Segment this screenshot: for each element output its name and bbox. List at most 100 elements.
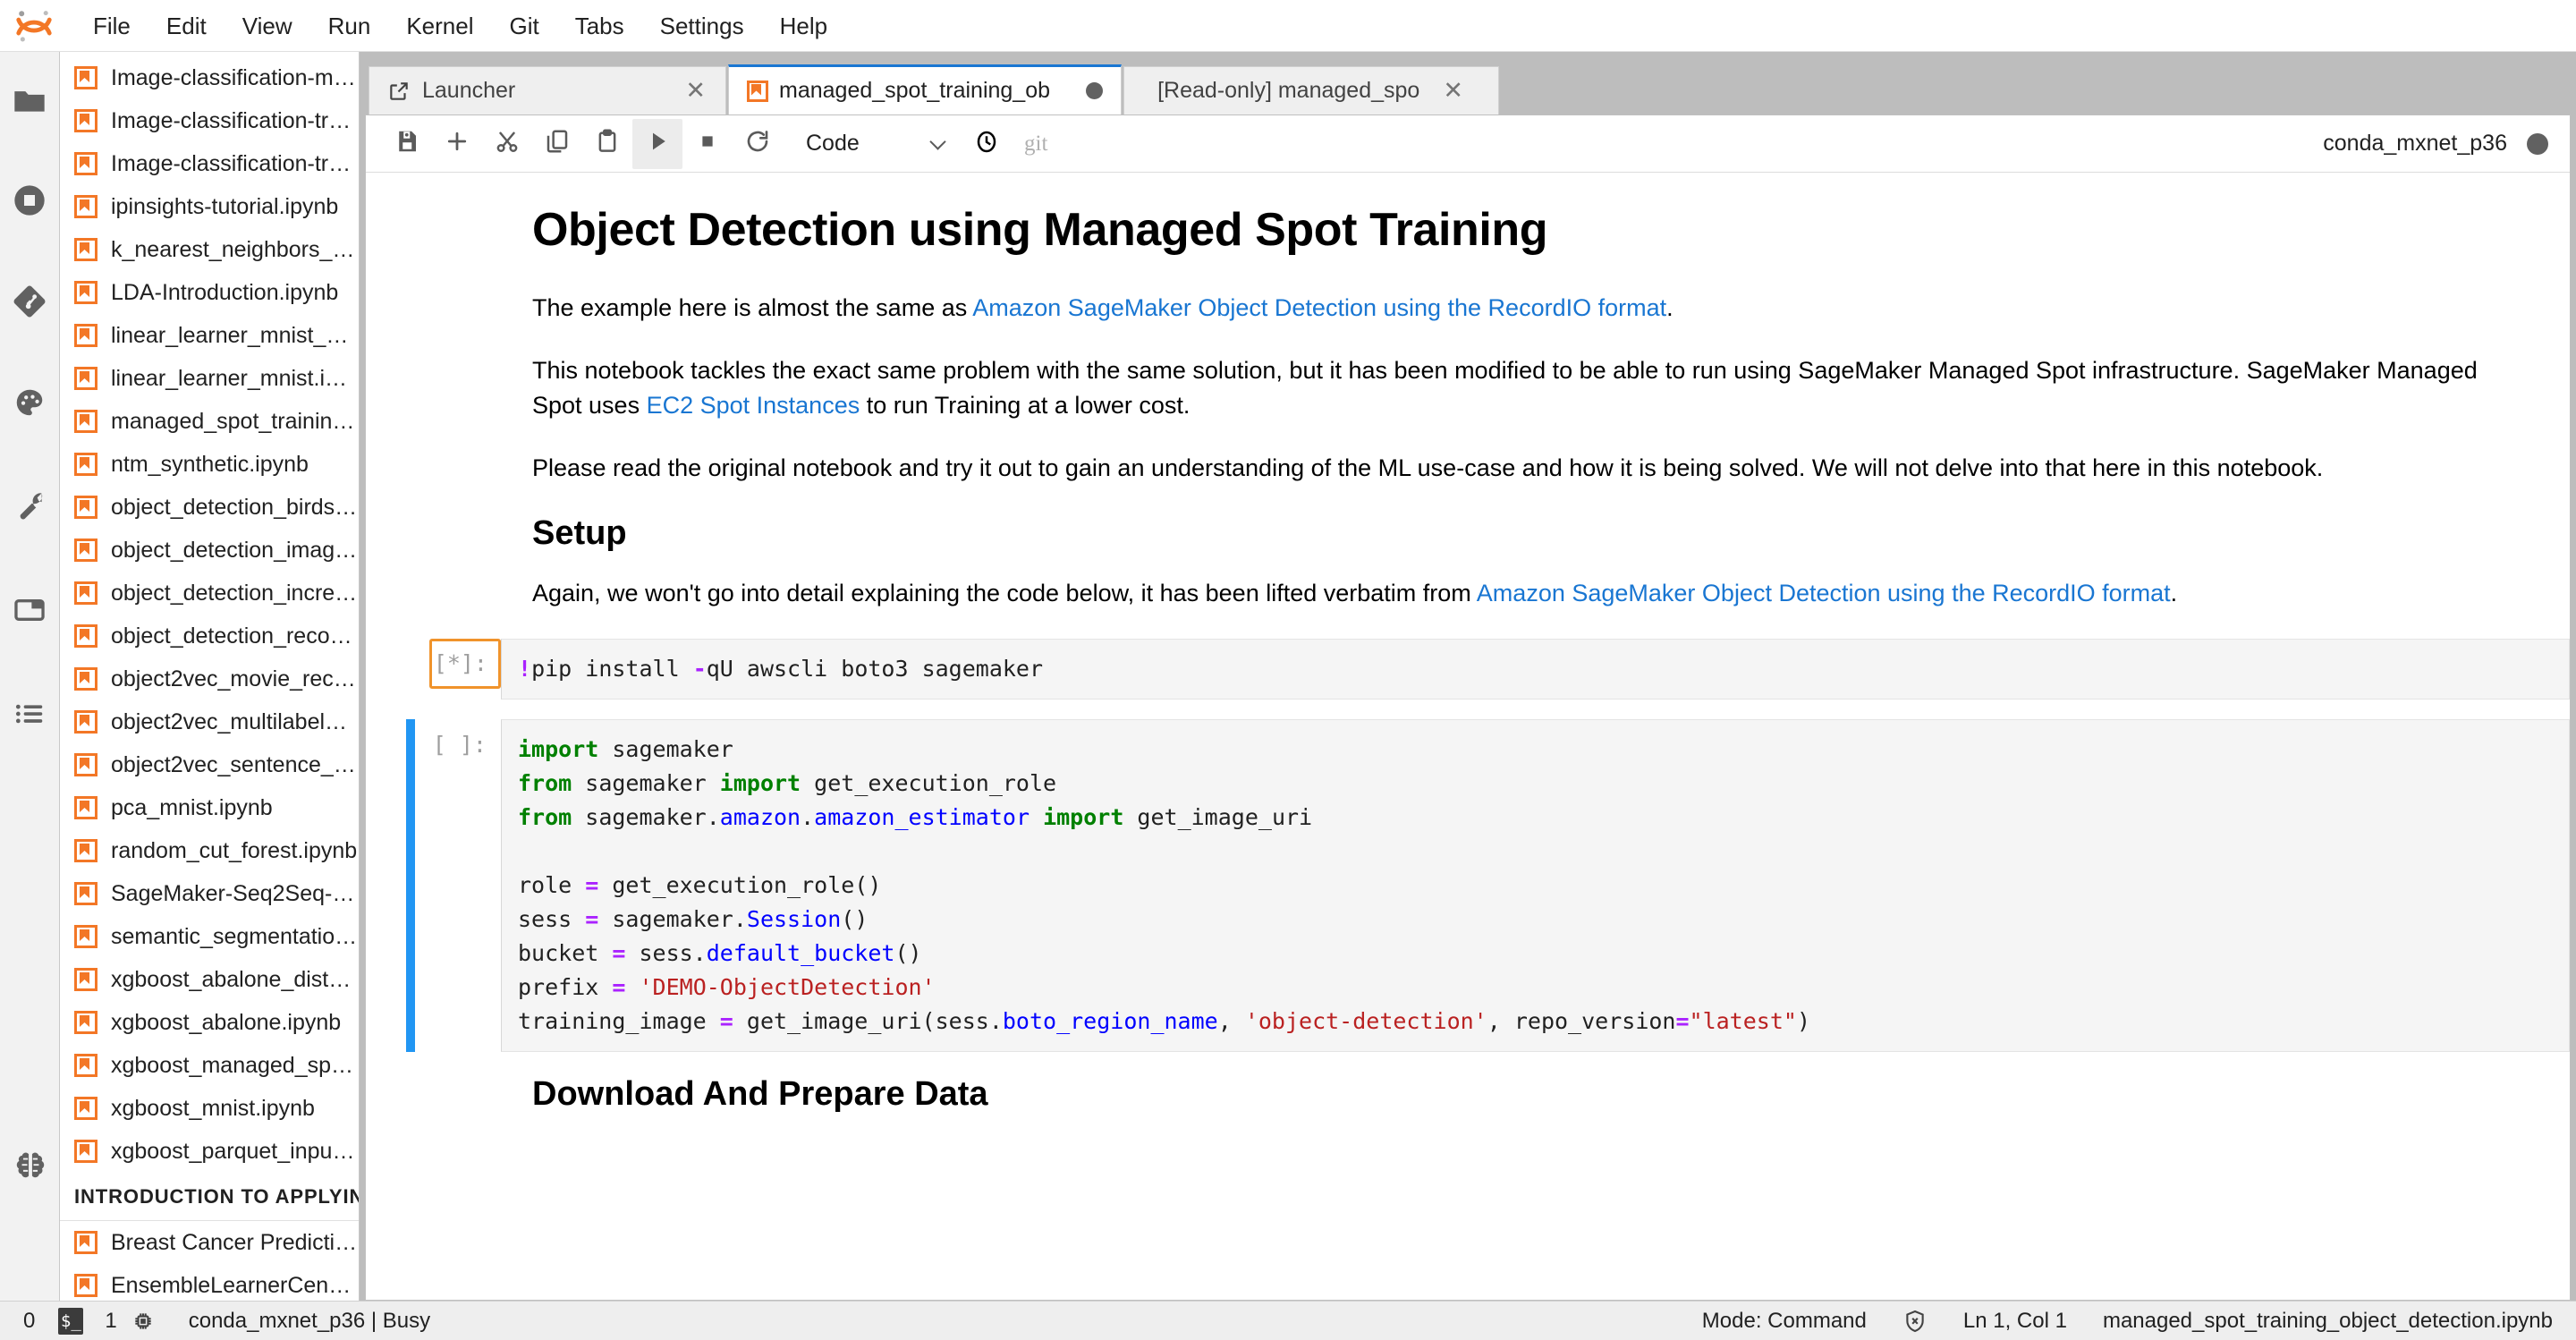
file-item[interactable]: object2vec_movie_recommendation.ipynb [60,657,359,700]
file-item[interactable]: Image-classification-multilabel-lst.ipyn… [60,56,359,99]
file-name: managed_spot_training_object_detection.i… [111,410,359,433]
menu-edit[interactable]: Edit [148,9,225,43]
menu-help[interactable]: Help [762,9,845,43]
tab-managed-spot-training[interactable]: managed_spot_training_ob [728,64,1122,114]
insert-cell-button[interactable] [432,119,482,169]
file-item[interactable]: xgboost_parquet_input_training.ipynb [60,1130,359,1173]
dock-area: Launcher ✕ managed_spot_training_ob [Rea… [360,52,2576,1301]
code-editor[interactable]: !pip install -qU awscli boto3 sagemaker [501,638,2570,700]
sidebar-item-sagemaker-examples[interactable] [0,1120,60,1215]
copy-cells-button[interactable] [532,119,582,169]
menu-view[interactable]: View [225,9,310,43]
file-item[interactable]: xgboost_mnist.ipynb [60,1087,359,1130]
file-name: object_detection_birds.ipynb [111,496,359,519]
close-icon[interactable]: ✕ [683,79,708,103]
checkpoint-button[interactable] [962,119,1012,169]
menu-settings[interactable]: Settings [642,9,762,43]
file-item[interactable]: xgboost_abalone.ipynb [60,1001,359,1044]
cut-cells-button[interactable] [482,119,532,169]
menu-run[interactable]: Run [310,9,389,43]
jupyterlab-window: File Edit View Run Kernel Git Tabs Setti… [0,0,2576,1340]
notebook-cells-scroller[interactable]: Object Detection using Managed Spot Trai… [366,173,2570,1300]
git-status-label[interactable]: git [1024,131,1047,157]
file-item[interactable]: k_nearest_neighbors_covtype.ipynb [60,228,359,271]
file-item[interactable]: random_cut_forest.ipynb [60,829,359,872]
menu-tabs[interactable]: Tabs [557,9,642,43]
markdown-cell-download[interactable]: Download And Prepare Data [366,1075,2570,1114]
notebook-icon [74,1140,97,1163]
file-name: semantic_segmentation_pascalvoc.ipynb [111,925,359,948]
kernel-indicator[interactable]: conda_mxnet_p36 [2323,131,2554,157]
terminal-icon[interactable]: $_ [58,1307,84,1335]
sidebar-item-running-sessions[interactable] [0,150,60,250]
cursor-position[interactable]: Ln 1, Col 1 [1963,1309,2067,1334]
file-item[interactable]: object_detection_recordio_format.ipynb [60,615,359,657]
file-item[interactable]: linear_learner_mnist.ipynb [60,357,359,400]
sidebar-item-themes[interactable] [0,352,60,453]
file-item[interactable]: LDA-Introduction.ipynb [60,271,359,314]
kernel-busy-indicator [2527,132,2548,155]
cpu-icon[interactable] [131,1310,155,1333]
link-recordio-format[interactable]: Amazon SageMaker Object Detection using … [972,294,1666,321]
code-editor[interactable]: import sagemaker from sagemaker import g… [501,718,2570,1052]
interrupt-kernel-button[interactable] [682,119,733,169]
file-item[interactable]: xgboost_managed_spot_training.ipynb [60,1044,359,1087]
menu-kernel[interactable]: Kernel [388,9,491,43]
copy-icon [544,128,571,159]
paste-cells-button[interactable] [582,119,632,169]
file-item[interactable]: ipinsights-tutorial.ipynb [60,185,359,228]
file-item[interactable]: object_detection_incremental_training.ip… [60,572,359,615]
tab-readonly-managed-spot[interactable]: [Read-only] managed_spo ✕ [1123,66,1499,114]
kernel-status-text[interactable]: conda_mxnet_p36 | Busy [189,1309,430,1334]
file-item[interactable]: object2vec_multilabel_genre_classificati… [60,700,359,743]
file-item[interactable]: SageMaker-Seq2Seq-Translation-English-G… [60,872,359,915]
notebook-icon [74,968,97,991]
cell-selection-bar [406,639,415,700]
unsaved-changes-indicator[interactable] [1086,82,1103,99]
run-cell-button[interactable] [632,118,682,169]
sidebar-item-property-inspector[interactable] [0,453,60,558]
sidebar-item-open-tabs[interactable] [0,558,60,662]
notebook-icon [74,1274,97,1297]
code-cell-pip-install[interactable]: [*]: !pip install -qU awscli boto3 sagem… [366,638,2570,700]
file-item[interactable]: object_detection_birds.ipynb [60,486,359,529]
file-item[interactable]: Image-classification-transfer-learning-h… [60,99,359,142]
kernel-count[interactable]: 1 [97,1309,116,1334]
sidebar-item-file-browser[interactable] [0,52,60,150]
file-name: object2vec_movie_recommendation.ipynb [111,667,359,691]
terminal-count[interactable]: 0 [14,1309,44,1334]
file-item[interactable]: pca_mnist.ipynb [60,786,359,829]
close-icon[interactable]: ✕ [1441,79,1465,103]
paragraph-text: The example here is almost the same as [532,294,973,321]
code-cell-imports[interactable]: [ ]: import sagemaker from sagemaker imp… [366,718,2570,1052]
link-ec2-spot-instances[interactable]: EC2 Spot Instances [647,392,860,419]
file-item[interactable]: ntm_synthetic.ipynb [60,443,359,486]
file-item[interactable]: Image-classification-transfer-learning.i… [60,142,359,185]
intro-paragraph-1: The example here is almost the same as A… [532,291,2516,326]
sidebar-item-table-of-contents[interactable] [0,662,60,766]
file-item[interactable]: xgboost_abalone_dist_script_mode.ipynb [60,958,359,1001]
markdown-cell-intro[interactable]: Object Detection using Managed Spot Trai… [366,203,2570,611]
save-button[interactable] [382,119,432,169]
restart-kernel-button[interactable] [733,119,783,169]
cell-type-select[interactable]: Code [797,123,949,165]
tab-launcher[interactable]: Launcher ✕ [369,66,726,114]
link-recordio-format-2[interactable]: Amazon SageMaker Object Detection using … [1477,580,2171,606]
file-item[interactable]: Breast Cancer Prediction.ipynb [60,1221,359,1264]
menu-file[interactable]: File [75,9,148,43]
file-item[interactable]: object2vec_sentence_similarity.ipynb [60,743,359,786]
file-item[interactable]: EnsembleLearnerCensusIncome.ipynb [60,1264,359,1301]
shield-x-icon[interactable] [1902,1309,1928,1334]
scissors-icon [494,128,521,159]
notebook-icon [74,1097,97,1120]
tab-label: managed_spot_training_ob [779,80,1051,102]
file-item[interactable]: linear_learner_mnist_with_file_system_da… [60,314,359,357]
file-item[interactable]: object_detection_image_json_format.ipynb [60,529,359,572]
notebook-icon [74,882,97,905]
menu-git[interactable]: Git [491,9,556,43]
file-item[interactable]: semantic_segmentation_pascalvoc.ipynb [60,915,359,958]
file-item[interactable]: managed_spot_training_object_detection.i… [60,400,359,443]
sidebar-item-git[interactable] [0,250,60,352]
paste-icon [594,128,621,159]
file-browser-panel[interactable]: Image-classification-multilabel-lst.ipyn… [60,52,360,1301]
